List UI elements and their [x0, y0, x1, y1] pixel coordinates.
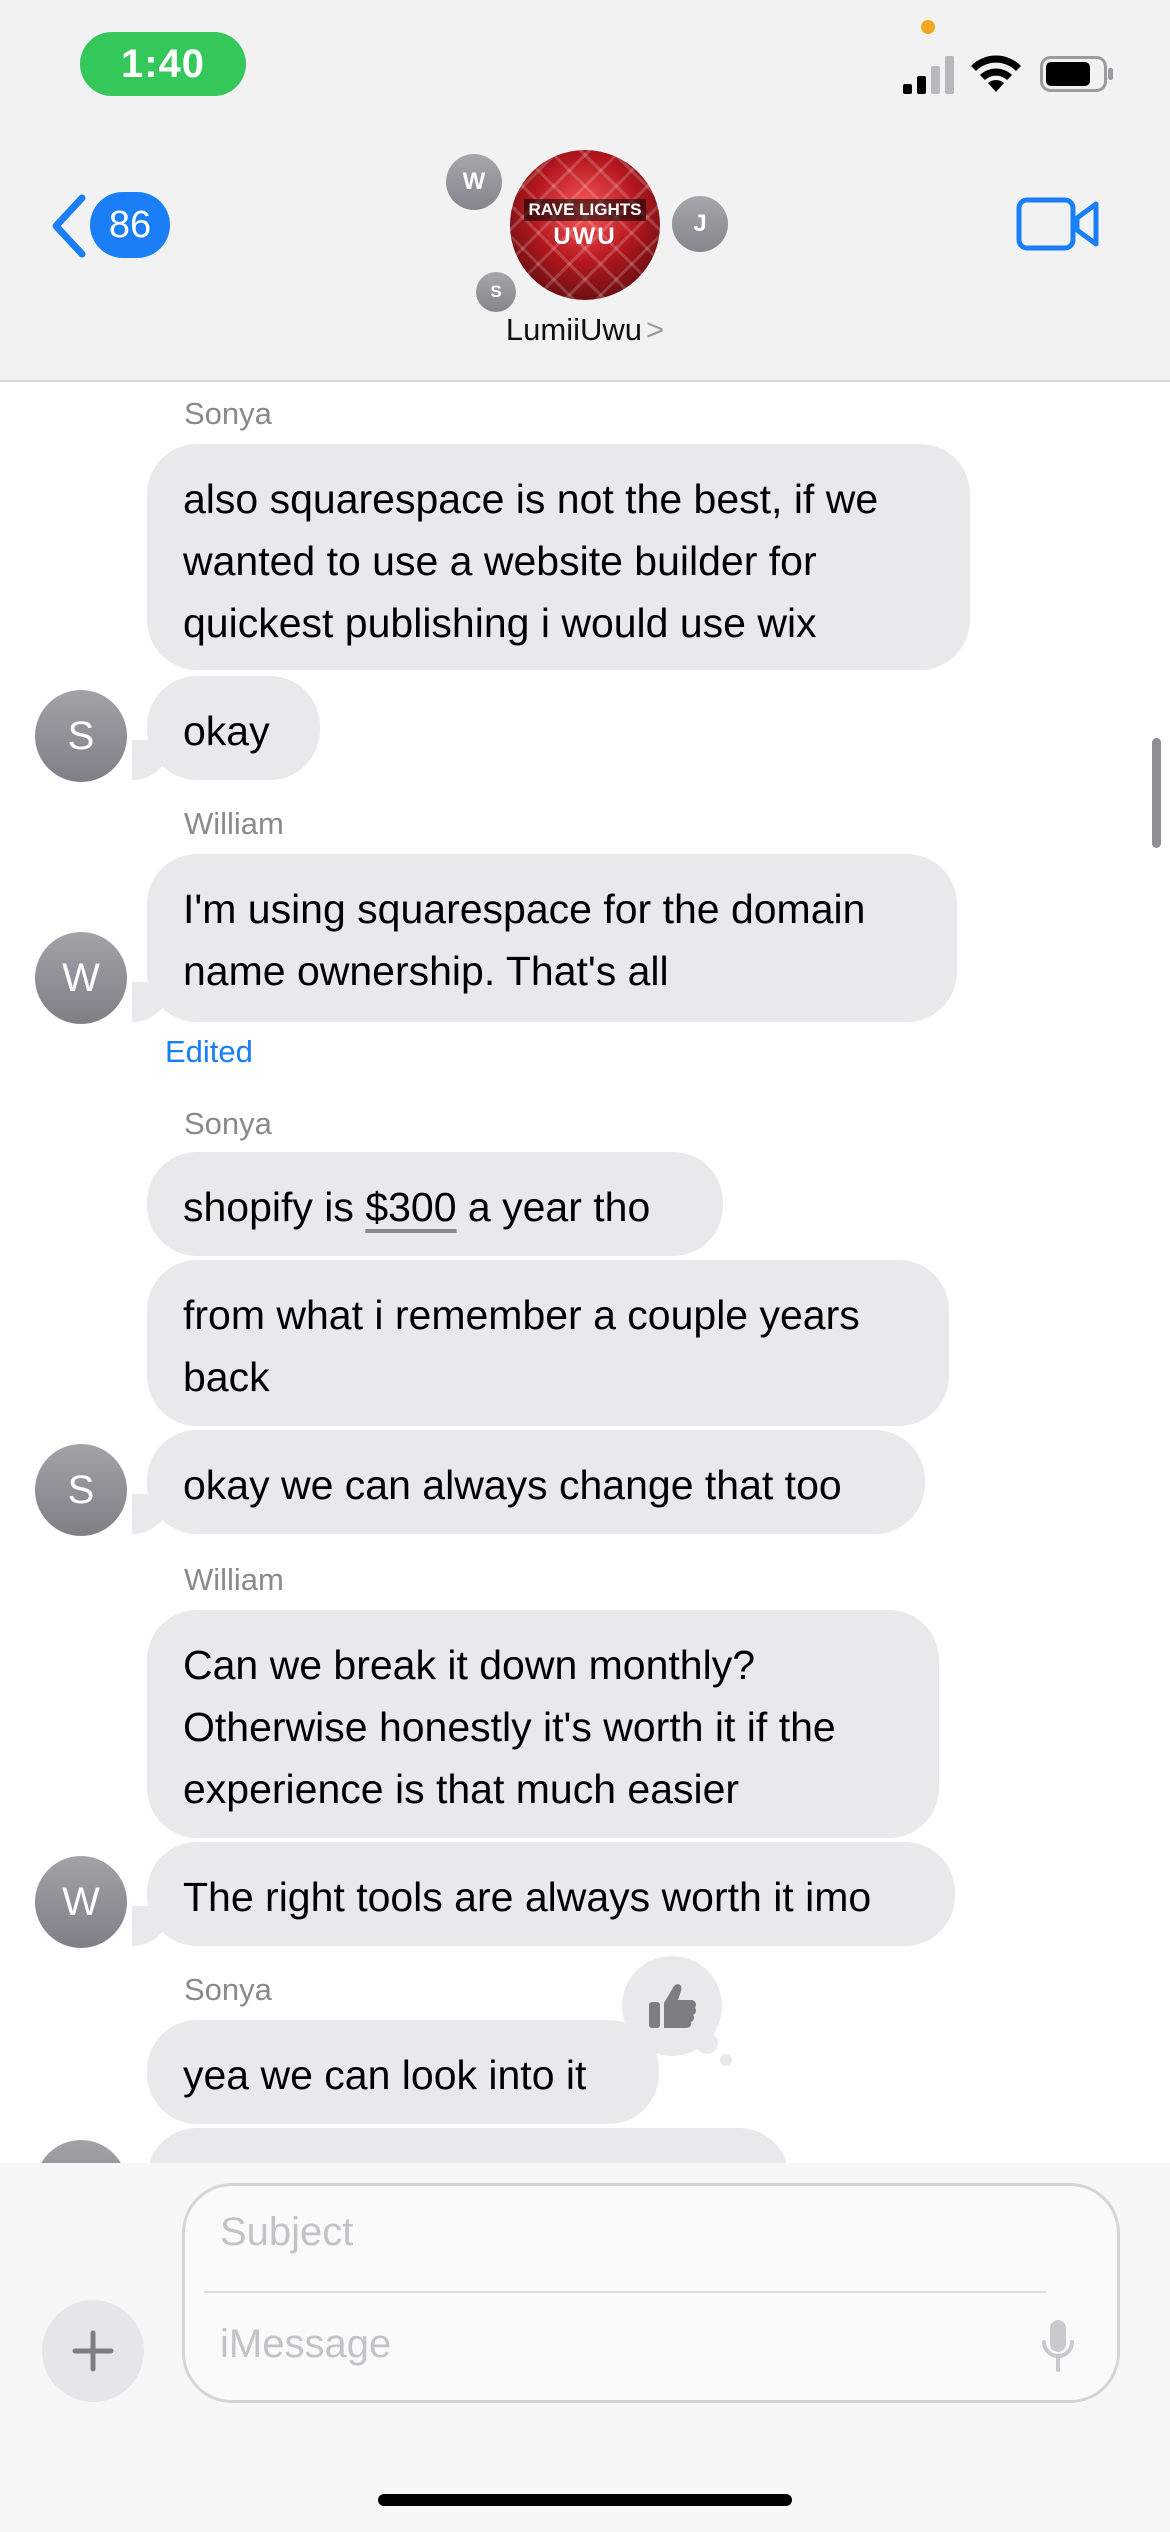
message-bubble[interactable]: shopify is $300 a year tho: [147, 1152, 723, 1256]
composer-divider: [204, 2291, 1046, 2293]
message-text: The right tools are always worth it imo: [183, 1874, 872, 1920]
status-time: 1:40: [80, 32, 246, 96]
chevron-left-icon: [52, 194, 86, 258]
sender-avatar[interactable]: S: [35, 1444, 127, 1536]
group-name: LumiiUwu: [505, 312, 642, 347]
scrollbar[interactable]: [1152, 738, 1161, 848]
group-name-button[interactable]: LumiiUwu >: [380, 312, 790, 348]
sender-name: Sonya: [184, 396, 272, 431]
sender-avatar[interactable]: S: [35, 690, 127, 782]
message-bubble[interactable]: also squarespace is not the best, if we …: [147, 444, 970, 670]
message-bubble[interactable]: okay: [147, 676, 320, 780]
chevron-right-icon: >: [646, 312, 665, 347]
sender-avatar[interactable]: W: [35, 1856, 127, 1948]
group-avatar-text-bottom: UWU: [553, 223, 617, 250]
sender-name: William: [184, 806, 284, 841]
add-attachment-button[interactable]: [42, 2300, 144, 2402]
group-avatar-text-top: RAVE LIGHTS: [524, 199, 646, 221]
message-text: a year tho: [456, 1184, 651, 1230]
plus-icon: [72, 2330, 114, 2372]
message-bubble[interactable]: yea we can look into it: [147, 2020, 659, 2124]
message-bubble[interactable]: The right tools are always worth it imo: [147, 1842, 955, 1946]
home-indicator[interactable]: [378, 2494, 792, 2506]
message-text: okay we can always change that too: [183, 1462, 842, 1508]
message-text: okay: [183, 708, 270, 754]
participant-avatar[interactable]: W: [446, 154, 502, 210]
cellular-signal-icon: [903, 56, 954, 94]
wifi-icon: [971, 55, 1021, 92]
microphone-icon[interactable]: [1040, 2318, 1076, 2374]
message-text: yea we can look into it: [183, 2052, 587, 2098]
message-bubble[interactable]: I'm using squarespace for the domain nam…: [147, 854, 957, 1022]
tapback-reaction[interactable]: [622, 1956, 732, 2066]
message-input[interactable]: iMessage: [220, 2322, 391, 2367]
sender-name: Sonya: [184, 1972, 272, 2007]
message-bubble[interactable]: Can we break it down monthly? Otherwise …: [147, 1610, 939, 1838]
video-call-icon[interactable]: [1016, 194, 1100, 254]
message-text: from what i remember a couple years back: [183, 1292, 860, 1400]
sender-name: William: [184, 1562, 284, 1597]
message-bubble[interactable]: okay we can always change that too: [147, 1430, 925, 1534]
sender-avatar[interactable]: W: [35, 932, 127, 1024]
message-text: Can we break it down monthly? Otherwise …: [183, 1642, 836, 1812]
message-text: also squarespace is not the best, if we …: [183, 476, 879, 646]
battery-icon: [1040, 56, 1113, 92]
price-link[interactable]: $300: [365, 1184, 456, 1230]
message-text: I'm using squarespace for the domain nam…: [183, 886, 866, 994]
thumbs-up-icon: [649, 1984, 697, 2028]
message-text: shopify is: [183, 1184, 366, 1230]
message-bubble[interactable]: from what i remember a couple years back: [147, 1260, 949, 1426]
subject-field[interactable]: Subject: [220, 2210, 353, 2255]
edited-label[interactable]: Edited: [165, 1034, 253, 1070]
group-avatar[interactable]: RAVE LIGHTS UWU: [510, 150, 660, 300]
participant-avatar[interactable]: J: [672, 196, 728, 252]
sender-name: Sonya: [184, 1106, 272, 1141]
privacy-indicator-dot: [921, 20, 935, 34]
unread-count-badge[interactable]: 86: [90, 192, 170, 258]
